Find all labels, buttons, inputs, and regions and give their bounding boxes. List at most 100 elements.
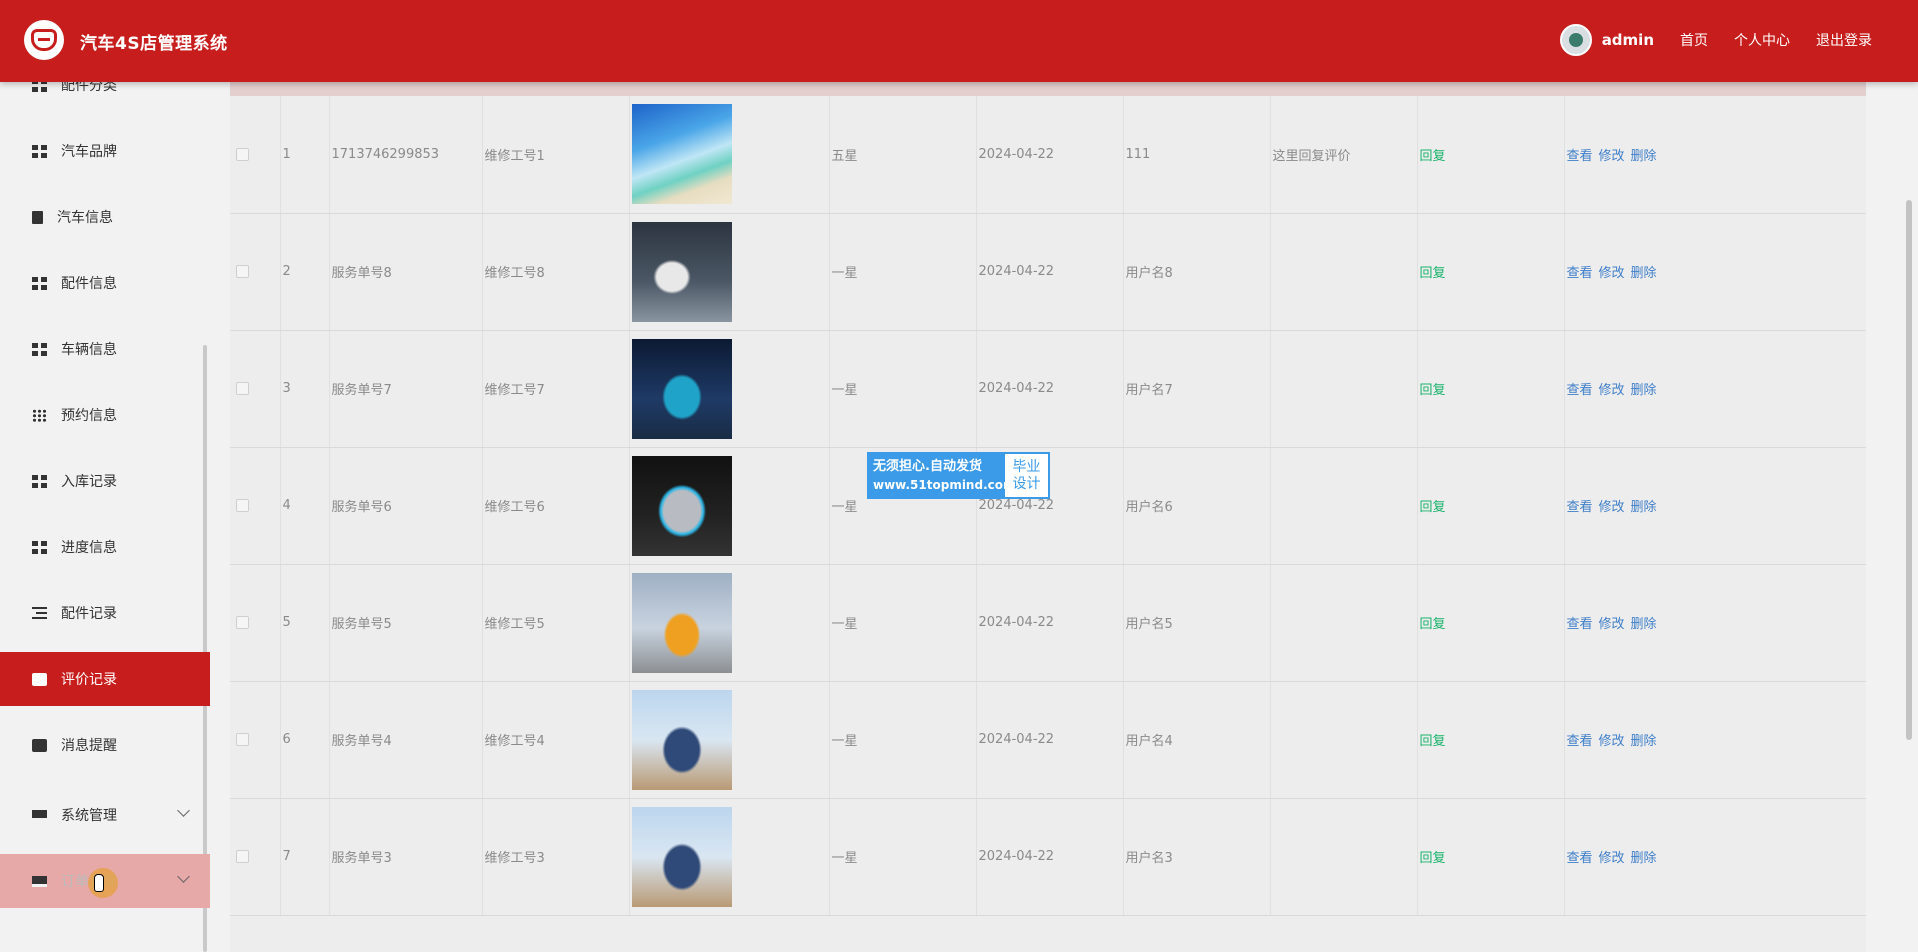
view-button[interactable]: 查看	[1567, 851, 1593, 866]
reply-action-cell-text[interactable]: 回复	[1420, 500, 1446, 515]
sidebar-item-8[interactable]: 配件记录	[0, 586, 210, 640]
hand-cursor-icon	[94, 874, 104, 892]
row-checkbox[interactable]	[236, 616, 249, 629]
car-thumbnail[interactable]	[631, 104, 732, 205]
edit-button[interactable]: 修改	[1599, 149, 1625, 164]
view-button[interactable]: 查看	[1567, 500, 1593, 515]
reply-action-cell-text[interactable]: 回复	[1420, 383, 1446, 398]
image-cell	[629, 213, 830, 331]
car-thumbnail[interactable]	[631, 455, 732, 556]
reply-action-cell-text[interactable]: 回复	[1420, 149, 1446, 164]
row-checkbox[interactable]	[236, 733, 249, 746]
reply-content-cell	[1270, 564, 1418, 682]
sidebar-item-5[interactable]: 预约信息	[0, 388, 210, 442]
image-cell	[629, 96, 830, 214]
main-scrollbar[interactable]	[1906, 200, 1912, 740]
date-cell: 2024-04-22	[976, 213, 1124, 331]
list-icon	[32, 606, 47, 620]
delete-button[interactable]: 删除	[1631, 500, 1657, 515]
date-cell-text: 2024-04-22	[978, 146, 1055, 162]
sidebar-item-11[interactable]: 系统管理	[0, 788, 210, 842]
reply-content-cell-text: 这里回复评价	[1272, 148, 1351, 164]
user-avatar[interactable]	[1559, 24, 1592, 56]
sidebar-item-9[interactable]: 评价记录	[0, 652, 210, 706]
row-checkbox[interactable]	[236, 265, 249, 278]
reply-action-cell-text[interactable]: 回复	[1420, 851, 1446, 866]
sidebar-item-6[interactable]: 入库记录	[0, 454, 210, 508]
user-cell-text: 用户名4	[1125, 734, 1173, 749]
view-button[interactable]: 查看	[1567, 734, 1593, 749]
delete-button[interactable]: 删除	[1631, 383, 1657, 398]
car-thumbnail[interactable]	[631, 338, 732, 439]
delete-button[interactable]: 删除	[1631, 617, 1657, 632]
watermark-side1: 毕业	[1012, 458, 1041, 475]
car-thumbnail[interactable]	[631, 806, 732, 907]
car-thumbnail[interactable]	[631, 689, 732, 790]
reply-action-cell-text[interactable]: 回复	[1420, 617, 1446, 632]
car-thumbnail[interactable]	[631, 221, 732, 322]
row-checkbox[interactable]	[236, 382, 249, 395]
worker-no-cell-text: 维修工号6	[484, 500, 545, 515]
sidebar-item-10[interactable]: 消息提醒	[0, 718, 210, 772]
sidebar-item-7[interactable]: 进度信息	[0, 520, 210, 574]
edit-button[interactable]: 修改	[1599, 617, 1625, 632]
user-cell: 用户名6	[1123, 447, 1271, 565]
worker-no-cell: 维修工号1	[482, 96, 630, 214]
row-checkbox[interactable]	[236, 147, 249, 161]
car-thumbnail[interactable]	[631, 572, 732, 673]
delete-button[interactable]: 删除	[1631, 266, 1657, 281]
date-cell: 2024-04-22	[976, 96, 1124, 214]
worker-no-cell-text: 维修工号3	[484, 851, 545, 866]
sidebar-item-label: 进度信息	[61, 540, 117, 556]
view-button[interactable]: 查看	[1567, 383, 1593, 398]
view-button[interactable]: 查看	[1567, 266, 1593, 281]
actions-cell: 查看 修改 删除	[1564, 564, 1866, 682]
edit-button[interactable]: 修改	[1599, 266, 1625, 281]
date-cell-text: 2024-04-22	[978, 498, 1055, 513]
nav-home-link[interactable]: 首页	[1680, 30, 1708, 50]
clipboard-icon	[32, 210, 43, 224]
order-no-cell: 服务单号8	[329, 213, 483, 331]
rating-cell-text: 一星	[831, 383, 858, 398]
edit-button[interactable]: 修改	[1599, 383, 1625, 398]
order-no-cell-text: 服务单号3	[331, 851, 392, 866]
reply-action-cell-text[interactable]: 回复	[1420, 266, 1446, 281]
reply-action-cell-text[interactable]: 回复	[1420, 734, 1446, 749]
index-cell-text: 1	[282, 146, 291, 162]
delete-button[interactable]: 删除	[1631, 149, 1657, 164]
edit-button[interactable]: 修改	[1599, 500, 1625, 515]
order-no-cell-text: 服务单号8	[331, 266, 392, 281]
rating-cell: 一星	[829, 798, 977, 916]
sidebar-item-1[interactable]: 汽车品牌	[0, 124, 210, 178]
nav-logout-link[interactable]: 退出登录	[1816, 30, 1872, 50]
edit-button[interactable]: 修改	[1599, 851, 1625, 866]
view-button[interactable]: 查看	[1567, 617, 1593, 632]
delete-button[interactable]: 删除	[1631, 851, 1657, 866]
delete-button[interactable]: 删除	[1631, 734, 1657, 749]
sidebar-item-2[interactable]: 汽车信息	[0, 190, 210, 244]
view-button[interactable]: 查看	[1567, 149, 1593, 164]
order-no-cell: 服务单号4	[329, 681, 483, 799]
user-cell-text: 用户名8	[1125, 266, 1173, 281]
index-cell: 3	[280, 330, 330, 448]
row-checkbox[interactable]	[236, 850, 249, 863]
order-no-cell: 服务单号3	[329, 798, 483, 916]
sidebar-item-4[interactable]: 车辆信息	[0, 322, 210, 376]
chevron-down-icon	[177, 804, 190, 817]
worker-no-cell: 维修工号7	[482, 330, 630, 448]
date-cell: 2024-04-22	[976, 564, 1124, 682]
checkbox-cell	[230, 447, 281, 565]
row-checkbox[interactable]	[236, 499, 249, 512]
order-no-cell-text: 服务单号6	[331, 500, 392, 515]
index-cell-text: 2	[282, 264, 291, 279]
checkbox-cell	[230, 96, 281, 214]
sidebar-item-3[interactable]: 配件信息	[0, 256, 210, 310]
sidebar-item-label: 汽车品牌	[61, 144, 117, 160]
index-cell: 1	[280, 96, 330, 214]
date-cell-text: 2024-04-22	[978, 849, 1055, 864]
edit-button[interactable]: 修改	[1599, 734, 1625, 749]
index-cell-text: 3	[282, 381, 291, 396]
grid-icon	[32, 342, 47, 356]
watermark-badge: 无须担心.自动发货 www.51topmind.com 毕业 设计	[867, 452, 1050, 499]
nav-profile-link[interactable]: 个人中心	[1734, 30, 1790, 50]
